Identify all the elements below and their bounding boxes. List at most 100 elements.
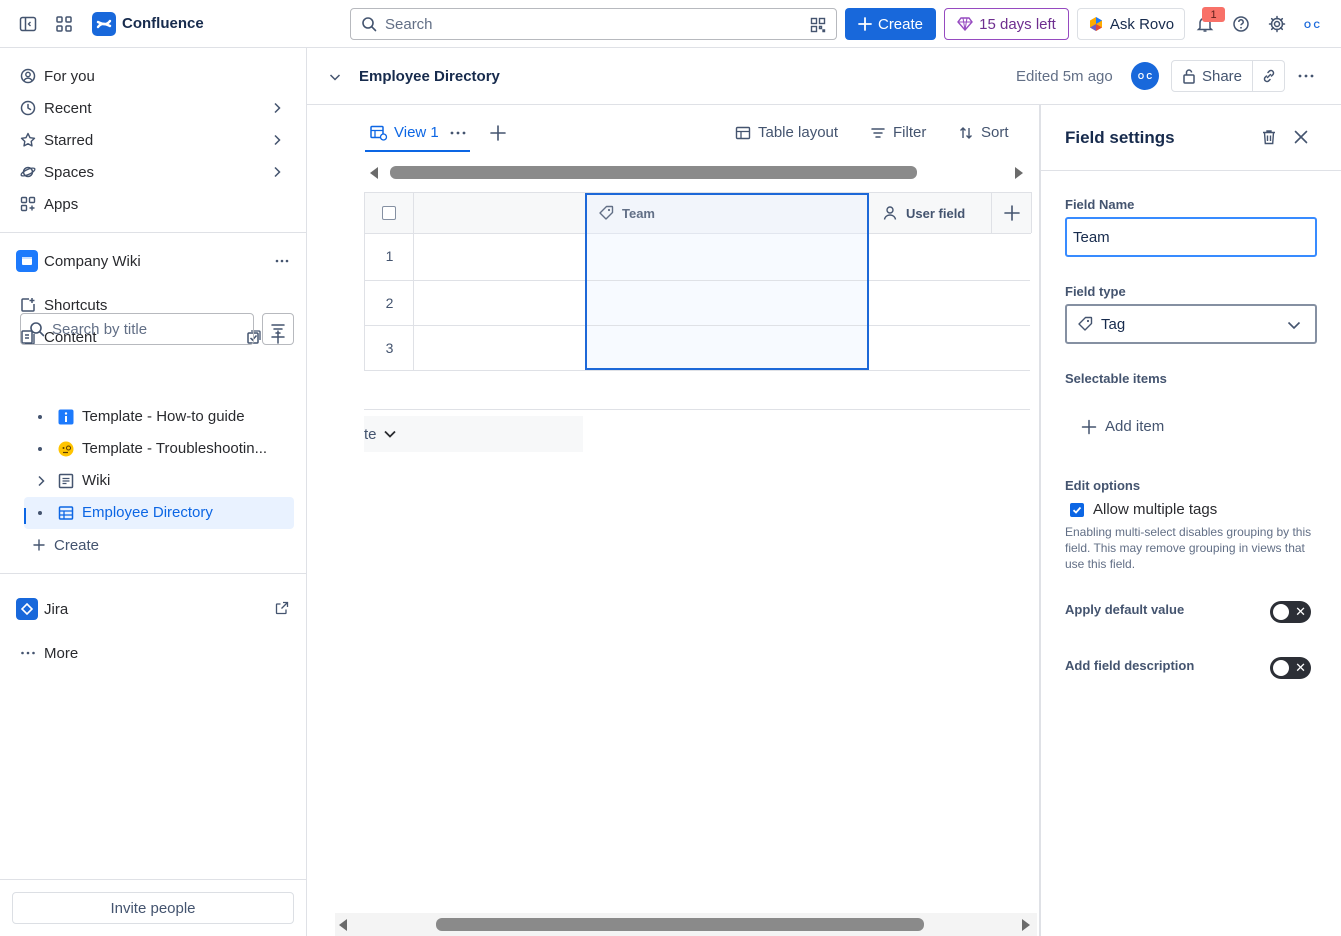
scroll-right-arrow-icon[interactable] [1020, 918, 1032, 932]
global-search-input[interactable]: Search [350, 8, 837, 40]
field-name-input[interactable]: Team [1065, 217, 1317, 257]
lock-icon [1182, 68, 1196, 84]
table-icon [735, 125, 751, 141]
more-options-icon[interactable] [274, 253, 290, 269]
chevron-right-icon[interactable] [270, 101, 284, 115]
tree-item-label: Template - Troubleshootin... [82, 440, 268, 457]
settings-gear-icon[interactable] [1263, 10, 1291, 38]
add-item-button[interactable]: Add item [1081, 418, 1164, 435]
app-name[interactable]: Confluence [122, 15, 204, 32]
view-options-icon[interactable] [449, 126, 467, 140]
tree-item-how-to-guide[interactable]: Template - How-to guide [24, 401, 294, 433]
sort-button[interactable]: Sort [958, 124, 1009, 141]
space-name: Company Wiki [44, 252, 141, 270]
sidebar-toggle-icon[interactable] [14, 10, 42, 38]
invite-people-button[interactable]: Invite people [12, 892, 294, 924]
field-description-toggle[interactable]: ✕ [1270, 657, 1311, 679]
collaborator-avatar[interactable]: O C [1131, 62, 1159, 90]
database-table-icon [58, 505, 74, 521]
sidebar-item-label: Starred [44, 131, 94, 149]
bullet-icon [38, 511, 42, 515]
create-button[interactable]: Create [845, 8, 936, 40]
add-column-plus-icon[interactable] [1003, 204, 1021, 222]
shortcut-icon [20, 297, 36, 313]
collapse-chevron-icon[interactable] [328, 70, 342, 84]
close-icon[interactable] [1293, 129, 1309, 145]
sidebar-item-spaces[interactable]: Spaces [12, 156, 294, 188]
trash-icon[interactable] [1260, 128, 1278, 146]
filter-lines-icon [270, 321, 286, 337]
table-border [587, 325, 867, 326]
sidebar-item-more[interactable]: More [12, 637, 294, 669]
scan-icon[interactable] [810, 17, 826, 33]
jira-label: Jira [44, 600, 69, 618]
tree-item-label: Template - How-to guide [82, 408, 245, 425]
user-avatar[interactable]: O C [1298, 11, 1326, 39]
filter-button[interactable] [262, 313, 294, 345]
sidebar-item-jira[interactable]: Jira [16, 593, 298, 625]
chevron-right-icon[interactable] [270, 133, 284, 147]
sidebar-divider [0, 232, 306, 233]
plus-icon [32, 538, 46, 552]
default-value-toggle[interactable]: ✕ [1270, 601, 1311, 623]
jira-logo-icon [16, 598, 38, 620]
plus-icon [1081, 419, 1097, 435]
field-type-select[interactable]: Tag [1065, 304, 1317, 344]
info-icon [58, 409, 74, 425]
tree-item-troubleshooting[interactable]: Template - Troubleshootin... [24, 433, 294, 465]
sidebar-item-starred[interactable]: Starred [12, 124, 294, 156]
create-label: Create [877, 15, 924, 33]
group-by-dropdown[interactable]: te [364, 416, 583, 452]
add-view-plus-icon[interactable] [489, 124, 507, 142]
sidebar-divider [0, 573, 306, 574]
external-link-icon[interactable] [275, 601, 289, 615]
selectable-items-label: Selectable items [1065, 371, 1167, 386]
page-title: Employee Directory [359, 68, 500, 85]
sidebar-create-button[interactable]: Create [24, 529, 306, 561]
tab-view-1[interactable]: View 1 [370, 124, 439, 141]
filter-button[interactable]: Filter [870, 124, 926, 141]
sidebar-item-apps[interactable]: Apps [12, 188, 294, 220]
horizontal-scrollbar-thumb[interactable] [390, 166, 917, 179]
tree-item-employee-directory[interactable]: Employee Directory [24, 497, 294, 529]
confluence-logo-icon[interactable] [92, 12, 116, 36]
row-number: 1 [385, 248, 394, 264]
chevron-right-icon[interactable] [270, 165, 284, 179]
sidebar-item-label: For you [44, 67, 95, 85]
search-by-title-input[interactable]: Search by title [20, 313, 254, 345]
copy-link-button[interactable] [1253, 60, 1285, 92]
column-header-user-field[interactable]: User field [882, 205, 965, 221]
add-item-label: Add item [1105, 418, 1165, 435]
apps-grid-icon [20, 196, 36, 212]
sidebar-item-recent[interactable]: Recent [12, 92, 294, 124]
trial-button[interactable]: 15 days left [944, 8, 1069, 40]
row-number: 3 [385, 340, 394, 356]
rovo-icon [1088, 16, 1104, 32]
edited-timestamp: Edited 5m ago [1016, 68, 1113, 85]
app-switcher-icon[interactable] [50, 10, 78, 38]
help-icon[interactable] [1227, 10, 1255, 38]
field-description-label: Add field description [1065, 658, 1195, 673]
scroll-left-arrow-icon[interactable] [368, 166, 380, 180]
column-header-team[interactable]: Team [598, 205, 655, 221]
space-header-company-wiki[interactable]: Company Wiki [16, 245, 298, 277]
tree-item-wiki[interactable]: Wiki [24, 465, 294, 497]
scroll-left-arrow-icon[interactable] [337, 918, 349, 932]
ask-rovo-button[interactable]: Ask Rovo [1077, 8, 1185, 40]
table-layout-button[interactable]: Table layout [735, 124, 838, 141]
sidebar-item-label: Recent [44, 99, 92, 117]
allow-multiple-tags-checkbox[interactable] [1070, 503, 1084, 517]
scroll-right-arrow-icon[interactable] [1013, 166, 1025, 180]
gem-icon [957, 17, 974, 31]
chevron-down-icon [1287, 318, 1301, 332]
notification-badge: 1 [1202, 7, 1225, 22]
sidebar-item-for-you[interactable]: For you [12, 60, 294, 92]
chevron-right-icon[interactable] [34, 474, 48, 488]
horizontal-scrollbar-thumb[interactable] [436, 918, 924, 931]
select-all-checkbox[interactable] [382, 206, 396, 220]
planet-icon [20, 164, 36, 180]
more-actions-icon[interactable] [1297, 68, 1315, 84]
table-view-icon [370, 125, 388, 141]
rovo-label: Ask Rovo [1109, 15, 1175, 33]
share-button[interactable]: Share [1171, 60, 1253, 92]
